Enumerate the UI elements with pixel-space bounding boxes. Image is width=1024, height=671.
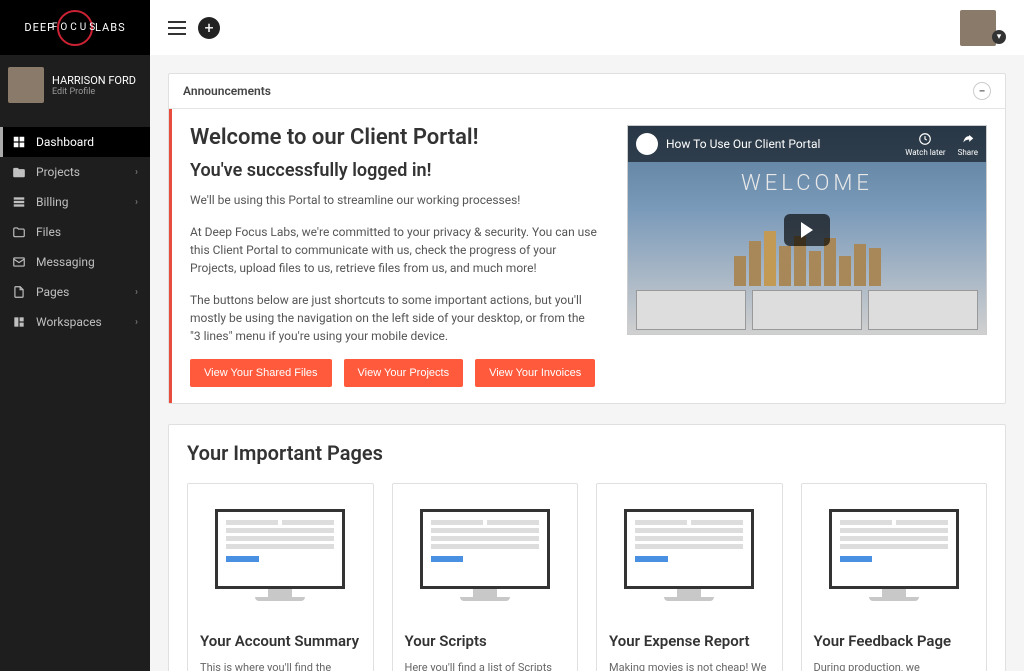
card-title: Your Scripts — [405, 632, 566, 650]
card-description: Making movies is not cheap! We take care… — [609, 660, 770, 671]
important-pages-title: Your Important Pages — [169, 425, 1005, 469]
nav: Dashboard Projects › Billing › Files Messaging… — [0, 127, 150, 337]
important-pages-cards: Your Account Summary This is where you'll… — [169, 469, 1005, 671]
logo: DEEP FOCUS LABS — [0, 0, 150, 55]
card-thumbnail — [200, 500, 361, 610]
chevron-right-icon: › — [135, 197, 138, 208]
card-title: Your Feedback Page — [814, 632, 975, 650]
main: + ▾ Announcements − Welcome to our Clien… — [150, 0, 1024, 671]
clock-icon — [918, 132, 932, 146]
announcements-panel: Announcements − Welcome to our Client Po… — [168, 73, 1006, 404]
share-button[interactable]: Share — [958, 132, 978, 157]
announcement-text: At Deep Focus Labs, we're committed to y… — [190, 223, 597, 277]
chevron-down-icon: ▾ — [992, 30, 1006, 44]
watch-later-button[interactable]: Watch later — [905, 132, 945, 157]
sidebar-item-workspaces[interactable]: Workspaces › — [0, 307, 150, 337]
sidebar-item-files[interactable]: Files — [0, 217, 150, 247]
sidebar-item-label: Files — [36, 225, 61, 239]
chevron-right-icon: › — [135, 317, 138, 328]
topbar: + ▾ — [150, 0, 1024, 55]
sidebar-item-label: Workspaces — [36, 315, 102, 329]
sidebar-item-label: Projects — [36, 165, 80, 179]
card-description: Here you'll find a list of Scripts that … — [405, 660, 566, 671]
messaging-icon — [12, 255, 26, 269]
sidebar: DEEP FOCUS LABS HARRISON FORD Edit Profi… — [0, 0, 150, 671]
logo-left: DEEP — [24, 21, 55, 34]
user-avatar — [8, 67, 44, 103]
sidebar-item-label: Pages — [36, 285, 69, 299]
card-thumbnail — [814, 500, 975, 610]
video-title: How To Use Our Client Portal — [666, 137, 897, 151]
sidebar-item-messaging[interactable]: Messaging — [0, 247, 150, 277]
sidebar-item-label: Messaging — [36, 255, 95, 269]
files-icon — [12, 225, 26, 239]
user-name: HARRISON FORD — [52, 74, 136, 87]
announcements-header-label: Announcements — [183, 84, 271, 98]
sidebar-item-dashboard[interactable]: Dashboard — [0, 127, 150, 157]
card-thumbnail — [609, 500, 770, 610]
announcement-text: The buttons below are just shortcuts to … — [190, 291, 597, 345]
page-card[interactable]: Your Feedback Page During production, we … — [801, 483, 988, 671]
workspaces-icon — [12, 315, 26, 329]
page-card[interactable]: Your Account Summary This is where you'll… — [187, 483, 374, 671]
welcome-subtitle: You've successfully logged in! — [190, 160, 597, 181]
card-description: During production, we encourage our acto… — [814, 660, 975, 671]
billing-icon — [12, 195, 26, 209]
video-channel-icon — [636, 133, 658, 155]
view-invoices-button[interactable]: View Your Invoices — [475, 359, 595, 387]
important-pages-panel: Your Important Pages Your Account Summar… — [168, 424, 1006, 671]
collapse-button[interactable]: − — [973, 82, 991, 100]
page-card[interactable]: Your Expense Report Making movies is not … — [596, 483, 783, 671]
sidebar-item-projects[interactable]: Projects › — [0, 157, 150, 187]
announcement-text: We'll be using this Portal to streamline… — [190, 191, 597, 209]
sidebar-item-pages[interactable]: Pages › — [0, 277, 150, 307]
welcome-title: Welcome to our Client Portal! — [190, 125, 597, 150]
page-card[interactable]: Your Scripts Here you'll find a list of S… — [392, 483, 579, 671]
sidebar-item-label: Dashboard — [36, 135, 94, 149]
view-projects-button[interactable]: View Your Projects — [344, 359, 464, 387]
card-description: This is where you'll find the current st… — [200, 660, 361, 671]
content: Announcements − Welcome to our Client Po… — [150, 55, 1024, 671]
card-title: Your Account Summary — [200, 632, 361, 650]
avatar — [960, 10, 996, 46]
video-banner: WELCOME — [628, 171, 986, 196]
monitor-icon — [420, 509, 550, 601]
view-shared-files-button[interactable]: View Your Shared Files — [190, 359, 332, 387]
logo-right: LABS — [95, 21, 126, 34]
play-icon — [801, 222, 813, 238]
share-icon — [961, 132, 975, 146]
monitor-icon — [829, 509, 959, 601]
edit-profile-link[interactable]: Edit Profile — [52, 87, 136, 97]
projects-icon — [12, 165, 26, 179]
user-menu[interactable]: ▾ — [960, 10, 1006, 46]
monitor-icon — [215, 509, 345, 601]
card-title: Your Expense Report — [609, 632, 770, 650]
chevron-right-icon: › — [135, 167, 138, 178]
intro-video[interactable]: How To Use Our Client Portal Watch later… — [627, 125, 987, 335]
menu-toggle-button[interactable] — [168, 21, 186, 35]
logo-emblem: FOCUS — [57, 10, 93, 46]
monitor-icon — [624, 509, 754, 601]
sidebar-item-billing[interactable]: Billing › — [0, 187, 150, 217]
dashboard-icon — [12, 135, 26, 149]
user-block[interactable]: HARRISON FORD Edit Profile — [0, 55, 150, 115]
announcements-header: Announcements − — [169, 74, 1005, 109]
pages-icon — [12, 285, 26, 299]
add-button[interactable]: + — [198, 17, 220, 39]
card-thumbnail — [405, 500, 566, 610]
chevron-right-icon: › — [135, 287, 138, 298]
play-button[interactable] — [784, 214, 830, 246]
sidebar-item-label: Billing — [36, 195, 69, 209]
